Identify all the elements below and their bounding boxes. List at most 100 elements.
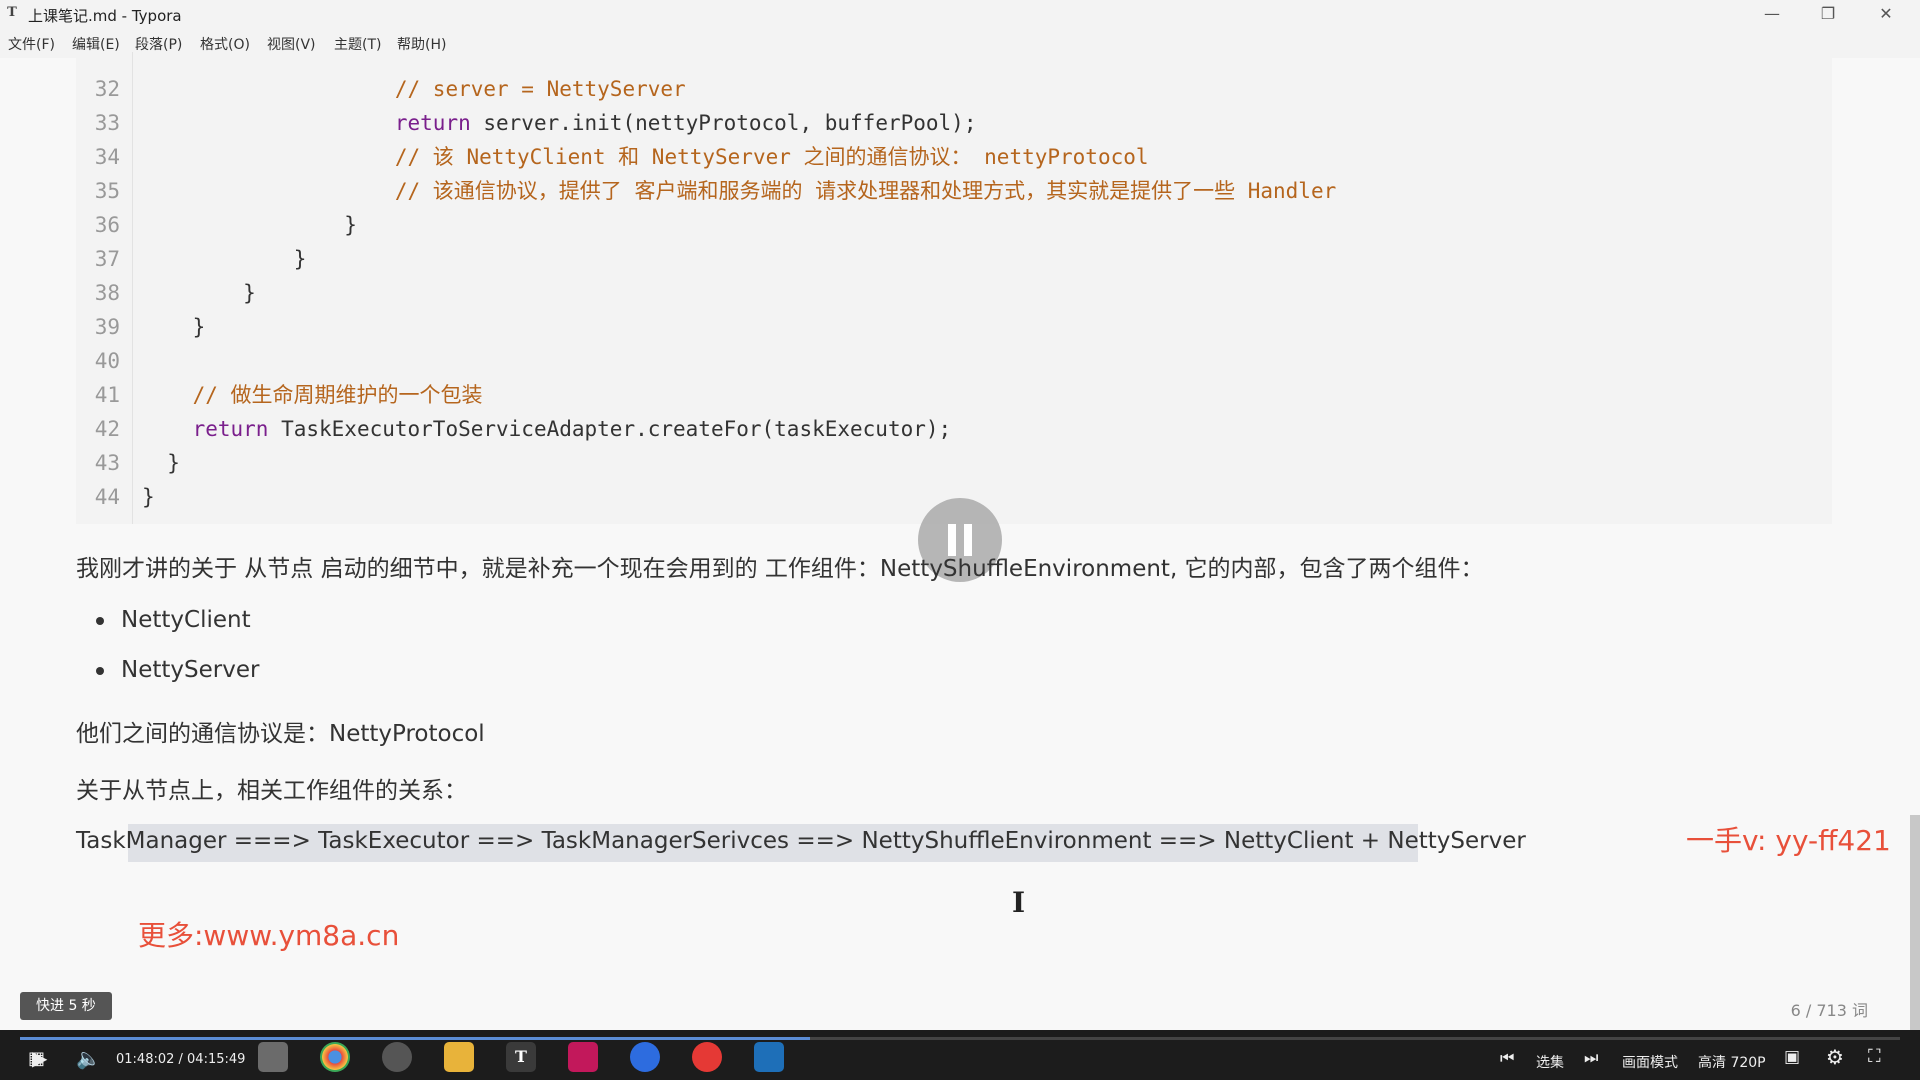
code-text: // 该通信协议，提供了 客户端和服务端的 请求处理器和处理方式，其实就是提供了…: [142, 174, 1336, 208]
unity-icon[interactable]: [382, 1042, 412, 1072]
code-token: }: [142, 315, 206, 339]
code-comment: // 该通信协议，提供了 客户端和服务端的 请求处理器和处理方式，其实就是提供了…: [394, 179, 1337, 203]
line-number: 43: [94, 451, 120, 475]
menu-paragraph[interactable]: 段落(P): [135, 34, 182, 54]
menu-help[interactable]: 帮助(H): [397, 34, 446, 54]
seek-toast: 快进 5 秒: [20, 992, 112, 1020]
settings-gear-icon[interactable]: ⚙: [1826, 1045, 1844, 1069]
paragraph-relation-heading: 关于从节点上，相关工作组件的关系：: [76, 778, 467, 804]
bullet-dot: [96, 617, 104, 625]
code-comment: // 该 NettyClient 和 NettyServer 之间的通信协议： …: [394, 145, 1149, 169]
code-block[interactable]: 32 // server = NettyServer 33 return serv…: [76, 52, 1832, 524]
list-item: NettyServer: [121, 657, 260, 683]
line-number: 40: [94, 349, 120, 373]
code-text: // 该 NettyClient 和 NettyServer 之间的通信协议： …: [142, 140, 1149, 174]
code-text: }: [142, 480, 155, 514]
restore-icon[interactable]: ❐: [1800, 0, 1856, 28]
code-token: TaskExecutorToServiceAdapter.createFor(t…: [268, 417, 952, 441]
word-count[interactable]: 6 / 713 词: [1791, 997, 1868, 1021]
code-line: 43 }: [76, 446, 1832, 480]
contact-watermark: 一手v: yy-ff421: [1686, 824, 1891, 857]
menu-view[interactable]: 视图(V): [267, 34, 316, 54]
code-text: }: [142, 446, 180, 480]
file-explorer-icon[interactable]: [444, 1042, 474, 1072]
picture-mode-button[interactable]: 画面模式: [1622, 1052, 1678, 1072]
code-line: 36 }: [76, 208, 1832, 242]
line-number: 38: [94, 281, 120, 305]
line-number: 36: [94, 213, 120, 237]
fullscreen-icon[interactable]: ⛶: [1868, 1046, 1881, 1067]
previous-icon[interactable]: ⏮: [1500, 1048, 1514, 1068]
minimize-icon[interactable]: —: [1744, 0, 1800, 28]
paragraph-relation-chain[interactable]: TaskManager ===> TaskExecutor ==> TaskMa…: [76, 828, 1526, 854]
code-text: }: [142, 276, 256, 310]
typora-taskbar-icon[interactable]: T: [506, 1042, 536, 1072]
code-comment: // 做生命周期维护的一个包装: [192, 383, 483, 407]
code-line: 32 // server = NettyServer: [76, 72, 1832, 106]
menu-edit[interactable]: 编辑(E): [72, 34, 120, 54]
line-number: 39: [94, 315, 120, 339]
code-keyword: return: [192, 417, 269, 441]
chrome-icon[interactable]: [320, 1042, 350, 1072]
netease-music-icon[interactable]: [692, 1042, 722, 1072]
menu-format[interactable]: 格式(O): [200, 34, 250, 54]
typora-app-icon: T: [7, 5, 17, 20]
paragraph-protocol: 他们之间的通信协议是：NettyProtocol: [76, 721, 485, 747]
next-icon[interactable]: ⏭: [1584, 1048, 1598, 1068]
site-watermark: 更多:www.ym8a.cn: [138, 919, 400, 952]
play-icon[interactable]: ▶: [32, 1046, 47, 1070]
scrollbar[interactable]: [1910, 815, 1920, 1030]
code-line: 34 // 该 NettyClient 和 NettyServer 之间的通信协…: [76, 140, 1832, 174]
code-text: }: [142, 310, 206, 344]
code-line: 39 }: [76, 310, 1832, 344]
browser-icon[interactable]: [630, 1042, 660, 1072]
volume-icon[interactable]: 🔈: [76, 1046, 101, 1070]
photos-app-icon[interactable]: [754, 1042, 784, 1072]
code-line: 33 return server.init(nettyProtocol, buf…: [76, 106, 1832, 140]
code-token: server.init(nettyProtocol, bufferPool);: [470, 111, 977, 135]
code-text: // 做生命周期维护的一个包装: [142, 378, 483, 412]
line-number: 42: [94, 417, 120, 441]
paint-app-icon[interactable]: [258, 1042, 288, 1072]
code-line: 35 // 该通信协议，提供了 客户端和服务端的 请求处理器和处理方式，其实就是…: [76, 174, 1832, 208]
menu-file[interactable]: 文件(F): [8, 34, 55, 54]
screenshot-icon[interactable]: ▣: [1784, 1047, 1800, 1067]
list-item: NettyClient: [121, 607, 251, 633]
code-line: 41 // 做生命周期维护的一个包装: [76, 378, 1832, 412]
code-line: 42 return TaskExecutorToServiceAdapter.c…: [76, 412, 1832, 446]
code-text: // server = NettyServer: [142, 72, 686, 106]
code-keyword: return: [394, 111, 471, 135]
window-title: 上课笔记.md - Typora: [28, 7, 182, 25]
line-number: 37: [94, 247, 120, 271]
paragraph-intro: 我刚才讲的关于 从节点 启动的细节中，就是补充一个现在会用到的 工作组件：Net…: [76, 556, 1484, 582]
code-text: return server.init(nettyProtocol, buffer…: [142, 106, 977, 140]
code-token: }: [142, 485, 155, 509]
close-icon[interactable]: ✕: [1858, 0, 1914, 28]
code-text: }: [142, 242, 307, 276]
intellij-icon[interactable]: [568, 1042, 598, 1072]
progress-fill: [20, 1037, 810, 1040]
quality-button[interactable]: 高清 720P: [1698, 1052, 1766, 1072]
code-line: 38 }: [76, 276, 1832, 310]
line-number: 33: [94, 111, 120, 135]
code-text: }: [142, 208, 357, 242]
line-number: 32: [94, 77, 120, 101]
code-token: }: [142, 213, 357, 237]
bullet-dot: [96, 667, 104, 675]
code-token: }: [142, 281, 256, 305]
line-number: 41: [94, 383, 120, 407]
code-line: 40: [76, 344, 1832, 378]
episodes-button[interactable]: 选集: [1536, 1052, 1564, 1072]
line-number: 44: [94, 485, 120, 509]
code-line: 37 }: [76, 242, 1832, 276]
menu-theme[interactable]: 主题(T): [334, 34, 381, 54]
code-token: }: [142, 247, 307, 271]
line-number: 34: [94, 145, 120, 169]
code-token: }: [142, 451, 180, 475]
